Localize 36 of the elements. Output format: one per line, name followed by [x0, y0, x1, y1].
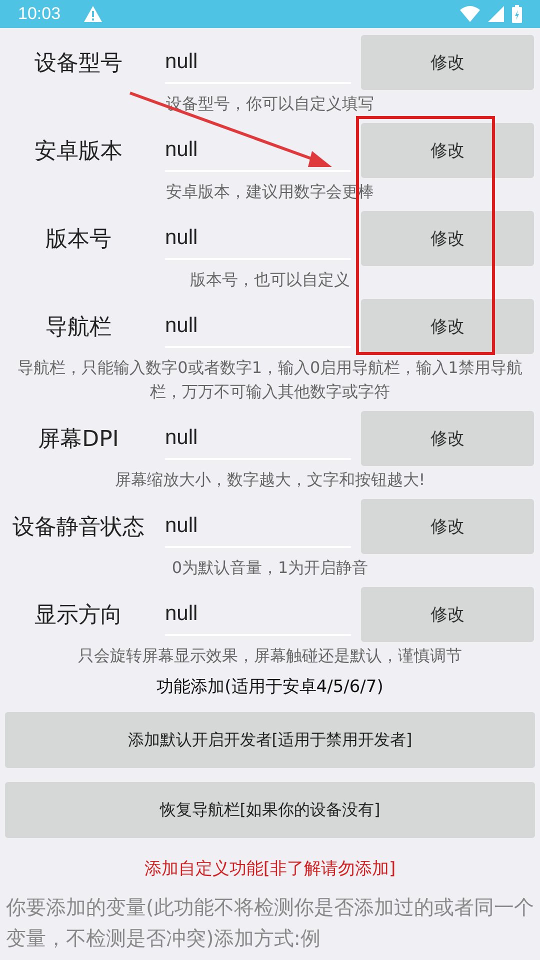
feature-button[interactable]: 恢复导航栏[如果你的设备没有]	[5, 782, 535, 838]
input-field[interactable]: null	[165, 418, 351, 460]
edit-button[interactable]: 修改	[361, 123, 534, 178]
input-field[interactable]: null	[165, 594, 351, 636]
battery-icon	[512, 5, 522, 23]
section-title: 功能添加(适用于安卓4/5/6/7)	[156, 676, 384, 699]
input-field[interactable]: null	[165, 306, 351, 348]
input-field[interactable]: null	[165, 506, 351, 548]
setting-label: 设备静音状态	[12, 514, 146, 542]
input-field[interactable]: null	[165, 42, 351, 84]
edit-button[interactable]: 修改	[361, 411, 534, 466]
hint-text: 版本号，也可以自定义	[189, 269, 351, 291]
input-field[interactable]: null	[165, 218, 351, 260]
setting-label: 屏幕DPI	[37, 426, 120, 454]
hint-text: 安卓版本，建议用数字会更棒	[165, 181, 375, 203]
setting-label: 显示方向	[34, 602, 124, 630]
wifi-icon	[460, 6, 480, 22]
setting-label: 安卓版本	[34, 138, 124, 166]
edit-button[interactable]: 修改	[361, 211, 534, 266]
feature-button[interactable]: 添加默认开启开发者[适用于禁用开发者]	[5, 712, 535, 768]
setting-label: 导航栏	[44, 314, 112, 342]
setting-label: 设备型号	[34, 50, 124, 78]
signal-icon	[488, 6, 504, 22]
setting-label: 版本号	[44, 226, 112, 254]
description-text: 你要添加的变量(此功能不将检测你是否添加过的或者同一个变量，不检测是否冲突)添加方式:例	[5, 894, 535, 952]
hint-text: 导航栏，只能输入数字0或者数字1，输入0启用导航栏，输入1禁用导航栏，万万不可输入其他数字或字符	[16, 357, 524, 403]
edit-button[interactable]: 修改	[361, 587, 534, 642]
edit-button[interactable]: 修改	[361, 35, 534, 90]
hint-text: 屏幕缩放大小，数字越大，文字和按钮越大!	[114, 469, 426, 491]
hint-text: 只会旋转屏幕显示效果，屏幕触碰还是默认，谨慎调节	[77, 645, 463, 667]
warning-icon	[82, 5, 103, 23]
hint-text: 0为默认音量，1为开启静音	[170, 557, 370, 579]
clock: 10:03	[18, 4, 61, 24]
edit-button[interactable]: 修改	[361, 299, 534, 354]
edit-button[interactable]: 修改	[361, 499, 534, 554]
warning-title: 添加自定义功能[非了解请勿添加]	[143, 858, 397, 881]
